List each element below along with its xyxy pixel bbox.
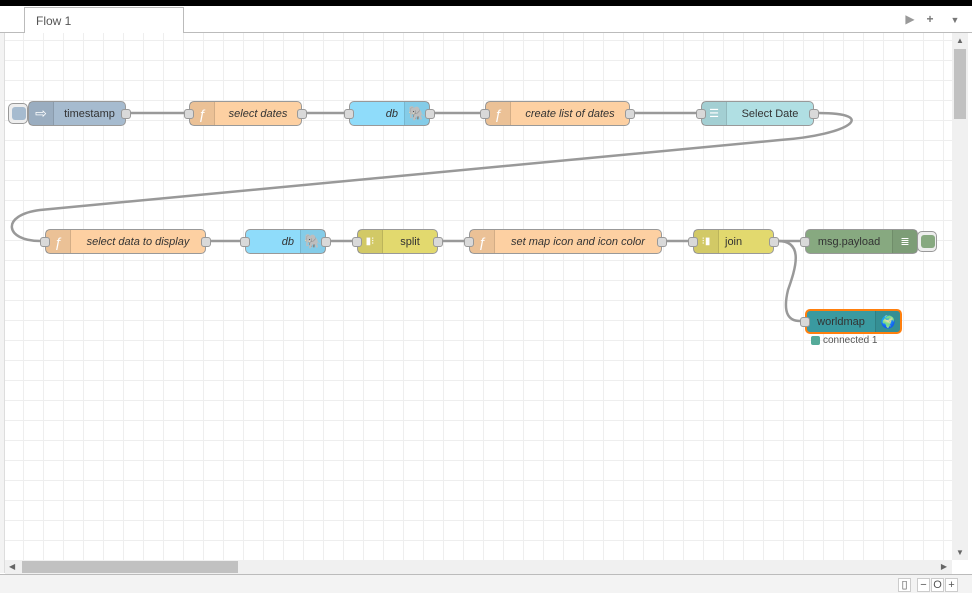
node-label: create list of dates [525,107,615,120]
node-worldmap[interactable]: worldmap 🌍 [800,309,902,334]
node-create-list-of-dates[interactable]: ƒ create list of dates [480,101,635,126]
input-port[interactable] [688,237,698,247]
node-label: split [400,235,420,248]
status-dot-icon [811,336,820,345]
input-port[interactable] [352,237,362,247]
scroll-left-icon[interactable]: ◀ [9,562,15,571]
input-port[interactable] [40,237,50,247]
zoom-reset-button[interactable]: O [931,578,944,592]
node-select-dates[interactable]: ƒ select dates [184,101,307,126]
debug-list-icon: ≣ [892,230,917,253]
node-select-data-to-display[interactable]: ƒ select data to display [40,229,211,254]
node-status: connected 1 [811,335,878,346]
input-port[interactable] [696,109,706,119]
node-label: join [725,235,743,248]
input-port[interactable] [480,109,490,119]
inject-button[interactable] [8,103,28,124]
output-port[interactable] [625,109,635,119]
footer-bar: ▯ − O + [0,574,972,593]
node-join[interactable]: ⁝▮ join [688,229,779,254]
input-port[interactable] [240,237,250,247]
output-port[interactable] [121,109,131,119]
vertical-scroll-thumb[interactable] [954,49,966,119]
node-label: timestamp [64,107,115,120]
globe-icon: 🌍 [875,311,900,332]
output-port[interactable] [425,109,435,119]
output-port[interactable] [321,237,331,247]
scroll-down-icon[interactable]: ▼ [956,548,964,557]
output-port[interactable] [809,109,819,119]
wires [10,111,853,323]
output-port[interactable] [769,237,779,247]
node-select-date[interactable]: ☰ Select Date [696,101,819,126]
input-port[interactable] [184,109,194,119]
input-port[interactable] [344,109,354,119]
wire [10,111,853,243]
node-db[interactable]: db 🐘 [344,101,435,126]
output-port[interactable] [433,237,443,247]
wire [777,239,801,323]
zoom-in-button[interactable]: + [945,578,958,592]
scroll-right-icon[interactable]: ▶ [941,562,947,571]
node-msg-payload[interactable]: msg.payload ≣ [800,229,918,254]
horizontal-scroll-thumb[interactable] [22,561,238,573]
scroll-up-icon[interactable]: ▲ [956,36,964,45]
input-port[interactable] [800,317,810,327]
output-port[interactable] [657,237,667,247]
output-port[interactable] [201,237,211,247]
status-text: connected 1 [823,335,878,346]
node-label: db [385,107,398,120]
node-label: worldmap [817,315,865,328]
node-split[interactable]: ▮⁝ split [352,229,443,254]
node-timestamp[interactable]: ⇨ timestamp [28,101,131,126]
node-label: msg.payload [817,235,881,248]
input-port[interactable] [464,237,474,247]
node-set-map-icon[interactable]: ƒ set map icon and icon color [464,229,667,254]
zoom-out-button[interactable]: − [917,578,930,592]
node-label: select dates [228,107,288,120]
output-port[interactable] [297,109,307,119]
node-label: set map icon and icon color [511,235,645,248]
input-port[interactable] [800,237,810,247]
horizontal-scrollbar[interactable]: ◀ ▶ [5,560,952,574]
node-label: db [281,235,294,248]
arrow-right-icon: ⇨ [29,102,54,125]
node-db[interactable]: db 🐘 [240,229,331,254]
map-navigator-icon[interactable]: ▯ [898,578,911,592]
vertical-scrollbar[interactable]: ▲ ▼ [952,33,968,560]
node-label: Select Date [741,107,799,120]
node-label: select data to display [86,235,190,248]
debug-toggle-button[interactable] [917,231,937,252]
